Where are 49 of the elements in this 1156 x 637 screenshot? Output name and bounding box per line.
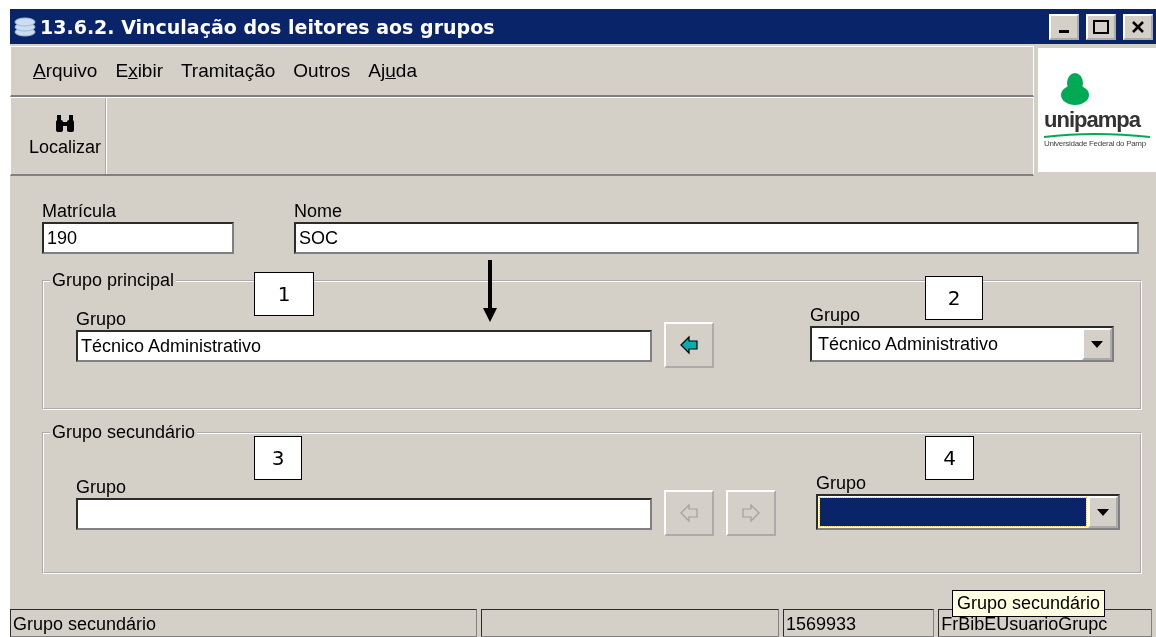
wave-icon (1044, 132, 1150, 139)
group-field[interactable]: Técnico Administrativo (76, 330, 652, 362)
maximize-icon (1093, 19, 1109, 34)
annotation-number: 4 (925, 436, 974, 480)
group-legend: Grupo secundário (50, 422, 198, 443)
field-label: Nome (294, 200, 343, 222)
group-field[interactable] (76, 498, 652, 530)
group-dropdown[interactable] (816, 494, 1120, 530)
name-field[interactable]: SOC (294, 222, 1139, 254)
dropdown-arrow-icon (1097, 508, 1109, 516)
menu-item[interactable]: Tramitação (180, 60, 276, 82)
group-dropdown[interactable]: Técnico Administrativo (810, 326, 1114, 362)
logo-subtitle: Universidade Federal do Pamp (1044, 138, 1146, 148)
right-arrow-icon (741, 503, 761, 523)
field-label: Matrícula (42, 200, 118, 222)
menu-item[interactable]: Exibir (115, 60, 163, 82)
menu-item[interactable]: Arquivo (33, 60, 98, 82)
down-arrow-icon (483, 260, 497, 322)
dropdown-button[interactable] (1082, 328, 1112, 360)
annotation-number: 3 (254, 436, 302, 480)
menu-item[interactable]: Ajuda (368, 60, 417, 82)
left-arrow-icon (679, 503, 699, 523)
status-panel: Grupo secundário (10, 609, 477, 637)
maximize-button[interactable] (1086, 13, 1116, 40)
annotation-number: 1 (254, 272, 314, 316)
left-arrow-icon (679, 335, 699, 355)
tree-icon (1060, 72, 1090, 107)
field-label: Grupo (76, 308, 128, 330)
dropdown-arrow-icon (1091, 340, 1103, 348)
matricula-field[interactable]: 190 (42, 222, 234, 254)
stack-icon (14, 16, 36, 37)
field-label: Grupo (76, 476, 128, 498)
menu-item[interactable]: Outros (293, 60, 351, 82)
minimize-icon (1059, 29, 1069, 33)
logo-name: unipampa (1044, 106, 1140, 133)
window-title: 13.6.2. Vinculação dos leitores aos grupos (40, 15, 496, 38)
field-label: Grupo (816, 472, 868, 494)
left-arrow-button[interactable] (664, 322, 714, 368)
status-panel: 1569933 (783, 609, 935, 637)
group-legend: Grupo principal (50, 270, 177, 291)
dropdown-button[interactable] (1088, 496, 1118, 528)
close-icon (1132, 20, 1144, 33)
find-button[interactable]: Localizar (25, 98, 108, 174)
annotation-number: 2 (925, 276, 983, 320)
tooltip: Grupo secundário (952, 590, 1106, 617)
field-label: Grupo (810, 304, 862, 326)
close-button[interactable] (1123, 13, 1153, 40)
binoculars-icon (54, 114, 76, 133)
minimize-button[interactable] (1049, 13, 1079, 40)
